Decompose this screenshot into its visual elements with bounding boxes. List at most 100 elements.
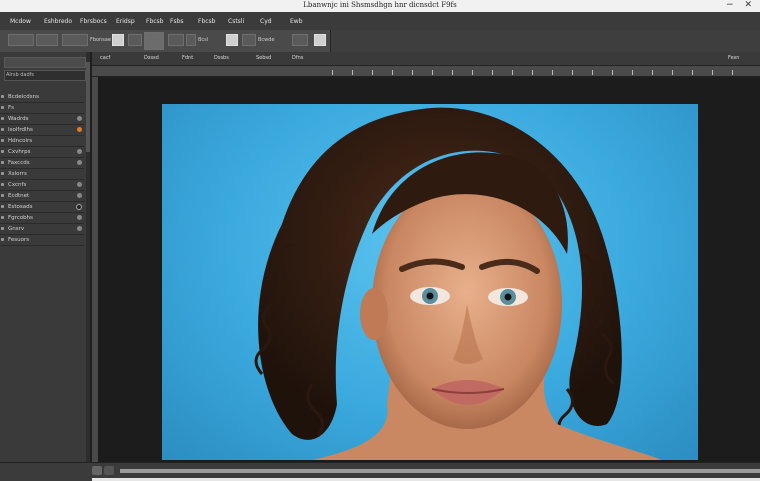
panel-scrollbar[interactable] — [86, 52, 90, 462]
panel-row[interactable]: Fs — [0, 103, 84, 114]
panel-row[interactable]: Fgrcobhs — [0, 213, 84, 224]
tool-button[interactable] — [314, 34, 326, 46]
panel-row[interactable]: Fesuors — [0, 235, 84, 246]
toolbar-label: Fbonsae — [90, 37, 112, 43]
panel-row[interactable]: Hdncoirs — [0, 136, 84, 147]
panel-row[interactable]: Bcdeicdsns — [0, 92, 84, 103]
tool-button[interactable] — [242, 34, 256, 46]
bullet-icon — [1, 194, 4, 197]
doc-bar-item[interactable]: Fdnt — [182, 55, 193, 61]
bullet-icon — [1, 216, 4, 219]
menu-item[interactable]: Fbcsb — [198, 18, 216, 25]
status-bar — [0, 462, 760, 481]
bullet-icon — [1, 117, 4, 120]
bullet-icon — [1, 227, 4, 230]
panel-row-label: Faxccds — [8, 160, 30, 166]
panel-header-field[interactable] — [4, 57, 86, 68]
bullet-icon — [1, 205, 4, 208]
menu-item[interactable]: Ewb — [290, 18, 303, 25]
info-icon[interactable] — [104, 466, 114, 475]
minimize-icon[interactable]: − — [726, 0, 734, 10]
menu-item[interactable]: Fsbs — [170, 18, 184, 25]
panel-row-label: Isolfrdlhs — [8, 127, 33, 133]
panel-row[interactable]: Gnsrv — [0, 224, 84, 235]
tool-button[interactable] — [36, 34, 58, 46]
bullet-icon — [1, 161, 4, 164]
toggle-icon[interactable] — [77, 215, 82, 220]
panel-row[interactable]: Ecdtnet — [0, 191, 84, 202]
properties-panel: Alrsb dadfs Bcdeicdsns Fs Wadrds Isolfrd… — [0, 52, 92, 462]
panel-row-label: Fgrcobhs — [8, 215, 34, 221]
tool-button[interactable] — [226, 34, 238, 46]
window-title: Lbanwnjc ini Shsmsdhgn hnr dicnsdct F9fs — [303, 1, 457, 9]
toggle-icon[interactable] — [77, 226, 82, 231]
panel-row-label: Fs — [8, 105, 15, 111]
panel-row-label: Xslorrs — [8, 171, 27, 177]
menu-item[interactable]: Eridsp — [116, 18, 135, 25]
menu-bar: Mcdow Eshbredo Fbrsbocs Eridsp Fbcsb Fsb… — [0, 12, 760, 31]
menu-item[interactable]: Mcdow — [10, 18, 31, 25]
doc-bar-item[interactable]: Sebsd — [256, 55, 271, 61]
horizontal-ruler — [92, 66, 760, 77]
panel-row[interactable]: Cxvhrps — [0, 147, 84, 158]
tool-button[interactable] — [168, 34, 184, 46]
tool-button[interactable] — [292, 34, 308, 46]
toggle-icon[interactable] — [77, 182, 82, 187]
doc-bar-item[interactable]: Dsssd — [144, 55, 159, 61]
toggle-icon[interactable] — [77, 149, 82, 154]
panel-row-label: Ecdtnet — [8, 193, 30, 199]
bullet-icon — [1, 150, 4, 153]
bullet-icon — [1, 106, 4, 109]
toggle-icon[interactable] — [77, 116, 82, 121]
panel-row[interactable]: Faxccds — [0, 158, 84, 169]
doc-bar-item[interactable]: Dfns — [292, 55, 303, 61]
zoom-icon[interactable] — [92, 466, 102, 475]
window-titlebar: Lbanwnjc ini Shsmsdhgn hnr dicnsdct F9fs… — [0, 0, 760, 12]
panel-row-label: Wadrds — [8, 116, 29, 122]
doc-bar-item[interactable]: Dssbs — [214, 55, 229, 61]
bullet-icon — [1, 183, 4, 186]
panel-row-label: Bcdeicdsns — [8, 94, 39, 100]
window-controls: − ✕ — [718, 0, 752, 10]
menu-item[interactable]: Fbcsb — [146, 18, 164, 25]
panel-row-label: Fesuors — [8, 237, 30, 243]
toolbar-label: Bcsl — [198, 37, 209, 43]
tool-button[interactable] — [186, 34, 196, 46]
panel-row[interactable]: Wadrds — [0, 114, 84, 125]
toggle-icon[interactable] — [76, 204, 82, 210]
portrait-photo — [254, 107, 662, 460]
panel-header-label: Alrsb dadfs — [6, 72, 35, 78]
panel-row-label: Hdncoirs — [8, 138, 33, 144]
menu-item[interactable]: Eshbredo — [44, 18, 72, 25]
panel-row[interactable]: Xslorrs — [0, 169, 84, 180]
tool-button[interactable] — [8, 34, 34, 46]
panel-row[interactable]: Isolfrdlhs — [0, 125, 84, 136]
horizontal-scrollbar[interactable] — [120, 469, 760, 473]
close-icon[interactable]: ✕ — [744, 0, 752, 10]
tool-button[interactable] — [128, 34, 142, 46]
bullet-icon — [1, 95, 4, 98]
panel-row-label: Gnsrv — [8, 226, 25, 232]
bullet-icon — [1, 172, 4, 175]
toggle-icon[interactable] — [77, 193, 82, 198]
bullet-icon — [1, 128, 4, 131]
doc-bar-item[interactable]: Fesn — [728, 55, 739, 61]
panel-row-label: Estosads — [8, 204, 33, 210]
menu-item[interactable]: Cyd — [260, 18, 272, 25]
image-canvas[interactable] — [162, 104, 698, 460]
scrollbar-thumb[interactable] — [86, 62, 90, 152]
toggle-icon[interactable] — [77, 160, 82, 165]
panel-row-label: Cxvhrps — [8, 149, 31, 155]
bullet-icon — [1, 139, 4, 142]
color-swatch-icon[interactable] — [77, 127, 82, 132]
document-tab-bar: cacf Dsssd Fdnt Dssbs Sebsd Dfns Fesn — [92, 52, 760, 66]
tool-button[interactable] — [62, 34, 88, 46]
menu-item[interactable]: Cstsli — [228, 18, 244, 25]
doc-bar-item[interactable]: cacf — [100, 55, 110, 61]
panel-row[interactable]: Cxcnfs — [0, 180, 84, 191]
layer-thumbnail-button[interactable] — [144, 32, 164, 50]
panel-row[interactable]: Estosads — [0, 202, 84, 213]
tool-button[interactable] — [112, 34, 124, 46]
tool-options-panel: Fbonsae Bcsl Bcwde — [0, 30, 331, 52]
menu-item[interactable]: Fbrsbocs — [80, 18, 107, 25]
